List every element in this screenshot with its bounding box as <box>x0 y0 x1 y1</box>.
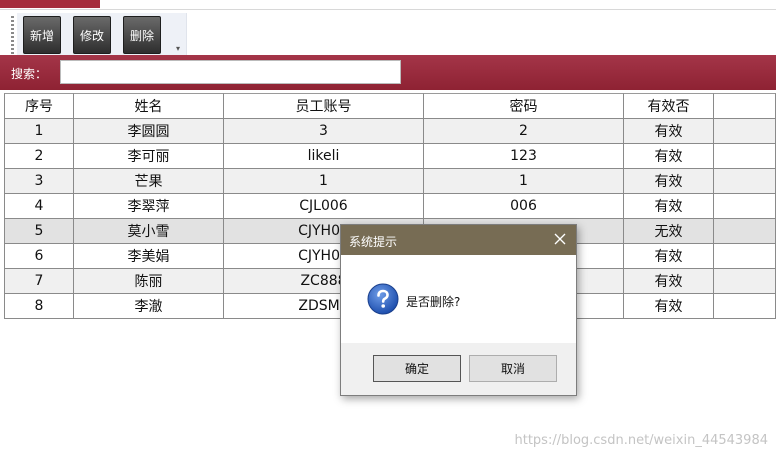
cell-account[interactable]: 3 <box>224 119 424 144</box>
cell-index[interactable]: 3 <box>4 169 74 194</box>
cell-account[interactable]: 1 <box>224 169 424 194</box>
search-input[interactable] <box>60 60 401 84</box>
cell-index[interactable]: 2 <box>4 144 74 169</box>
cell-blank <box>714 294 776 319</box>
cell-blank <box>714 144 776 169</box>
dialog-footer: 确定 取消 <box>341 343 576 395</box>
question-icon <box>367 283 399 315</box>
cell-blank <box>714 194 776 219</box>
toolbar-grip-handle[interactable] <box>11 16 14 54</box>
watermark-text: https://blog.csdn.net/weixin_44543984 <box>514 433 768 448</box>
cell-account[interactable]: likeli <box>224 144 424 169</box>
window-top-strip <box>0 0 776 10</box>
ok-button[interactable]: 确定 <box>373 355 461 382</box>
confirm-delete-dialog: 系统提示 是否删除? 确定 取消 <box>340 224 577 396</box>
cell-name[interactable]: 李翠萍 <box>74 194 224 219</box>
cell-valid[interactable]: 有效 <box>624 269 714 294</box>
cell-valid[interactable]: 有效 <box>624 244 714 269</box>
toolbar-overflow-icon[interactable]: ▾ <box>176 44 180 53</box>
column-header-index[interactable]: 序号 <box>4 93 74 119</box>
cell-name[interactable]: 莫小雪 <box>74 219 224 244</box>
dialog-message: 是否删除? <box>406 295 461 309</box>
cell-index[interactable]: 6 <box>4 244 74 269</box>
cell-password[interactable]: 123 <box>424 144 624 169</box>
cell-password[interactable]: 006 <box>424 194 624 219</box>
cell-name[interactable]: 李圆圆 <box>74 119 224 144</box>
column-header-valid[interactable]: 有效否 <box>624 93 714 119</box>
cell-password[interactable]: 1 <box>424 169 624 194</box>
cell-blank <box>714 169 776 194</box>
dialog-titlebar[interactable]: 系统提示 <box>341 225 576 255</box>
toolbar: 新增 修改 删除 ▾ <box>0 10 776 55</box>
cell-blank <box>714 119 776 144</box>
cell-name[interactable]: 李可丽 <box>74 144 224 169</box>
cell-index[interactable]: 5 <box>4 219 74 244</box>
table-row[interactable]: 3 芒果 1 1 有效 <box>4 169 776 194</box>
cell-index[interactable]: 1 <box>4 119 74 144</box>
cell-valid[interactable]: 有效 <box>624 169 714 194</box>
cell-name[interactable]: 李美娟 <box>74 244 224 269</box>
dialog-title: 系统提示 <box>349 235 398 249</box>
cell-index[interactable]: 4 <box>4 194 74 219</box>
column-header-password[interactable]: 密码 <box>424 93 624 119</box>
cancel-button[interactable]: 取消 <box>469 355 557 382</box>
window-title-tab <box>0 0 100 8</box>
cell-valid[interactable]: 无效 <box>624 219 714 244</box>
cell-blank <box>714 244 776 269</box>
cell-valid[interactable]: 有效 <box>624 294 714 319</box>
cell-index[interactable]: 7 <box>4 269 74 294</box>
search-bar: 搜索： <box>0 55 776 90</box>
cell-name[interactable]: 芒果 <box>74 169 224 194</box>
add-button[interactable]: 新增 <box>23 16 61 54</box>
cell-blank <box>714 269 776 294</box>
cell-name[interactable]: 陈丽 <box>74 269 224 294</box>
table-row[interactable]: 4 李翠萍 CJL006 006 有效 <box>4 194 776 219</box>
table-row[interactable]: 2 李可丽 likeli 123 有效 <box>4 144 776 169</box>
close-icon[interactable] <box>552 231 568 247</box>
cell-valid[interactable]: 有效 <box>624 119 714 144</box>
cell-index[interactable]: 8 <box>4 294 74 319</box>
delete-button[interactable]: 删除 <box>123 16 161 54</box>
cell-name[interactable]: 李澈 <box>74 294 224 319</box>
search-label: 搜索： <box>11 67 48 81</box>
cell-blank <box>714 219 776 244</box>
table-row[interactable]: 1 李圆圆 3 2 有效 <box>4 119 776 144</box>
table-header-row: 序号 姓名 员工账号 密码 有效否 <box>4 93 776 119</box>
edit-button[interactable]: 修改 <box>73 16 111 54</box>
dialog-body: 是否删除? <box>341 255 576 343</box>
column-header-blank <box>714 93 776 119</box>
cell-valid[interactable]: 有效 <box>624 194 714 219</box>
column-header-name[interactable]: 姓名 <box>74 93 224 119</box>
cell-valid[interactable]: 有效 <box>624 144 714 169</box>
cell-password[interactable]: 2 <box>424 119 624 144</box>
cell-account[interactable]: CJL006 <box>224 194 424 219</box>
column-header-account[interactable]: 员工账号 <box>224 93 424 119</box>
